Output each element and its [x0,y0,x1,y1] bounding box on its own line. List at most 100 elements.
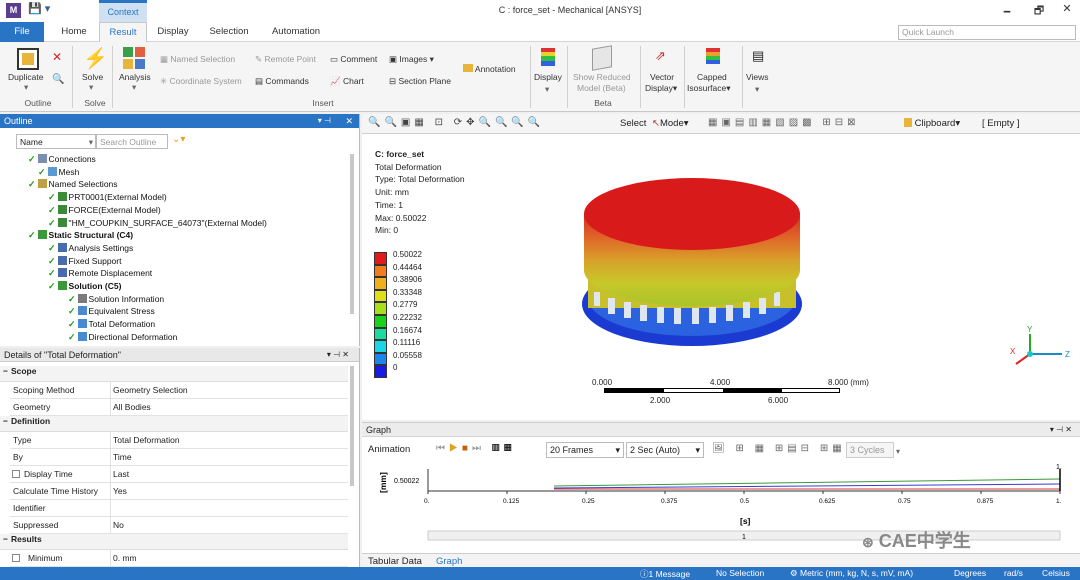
tree-item[interactable]: ✓ Directional Deformation [68,331,177,344]
checkbox[interactable] [12,470,20,478]
tab-home[interactable]: Home [54,22,94,42]
tree-item[interactable]: ✓ Remote Displacement [48,268,152,280]
vector-display-button[interactable]: Vector [650,72,674,82]
graphics-viewport[interactable]: C: force_set Total Deformation Type: Tot… [362,134,1080,420]
analysis-button[interactable]: Analysis [119,72,151,82]
close-button[interactable]: ✕ [1056,2,1078,18]
collapse-icon[interactable]: − [3,366,8,376]
first-frame-icon[interactable]: ⏮ [436,443,449,454]
selection-filters[interactable]: ▦▣▤▥▦▧▨▩ ⊞⊟⊠ [708,117,860,128]
commands-button[interactable]: ▤ Commands [255,76,309,87]
duplicate-button[interactable]: Duplicate [8,72,43,82]
units-status[interactable]: ⚙ Metric (mm, kg, N, s, mV, mA) [790,568,913,579]
detail-row[interactable]: Calculate Time History Yes [10,483,348,500]
detail-row[interactable]: Suppressed No [10,517,348,534]
tree-item[interactable]: ✓ Named Selections [28,179,118,191]
capped-isosurface-label[interactable]: Isosurface▾ [687,83,731,94]
tree-item[interactable]: ✓ Mesh [38,166,79,179]
tab-graph[interactable]: Graph [436,556,462,567]
chevron-down-icon[interactable]: ▾ [132,82,136,93]
pin-icon[interactable]: ▾ ⊣ [318,114,331,128]
save-icon[interactable]: 💾 [28,3,45,15]
last-frame-icon[interactable]: ⏭ [472,443,485,454]
tree-item[interactable]: ✓ Connections [28,154,96,166]
chevron-down-icon[interactable]: ▾ [89,82,93,93]
chart-button[interactable]: 📈 Chart [330,76,364,87]
chevron-down-icon[interactable]: ▾ [45,3,54,15]
coordinate-triad[interactable]: Y Z X [1002,324,1072,374]
tree-item[interactable]: ✓ Fixed Support [48,255,121,268]
animation-controls[interactable]: ⏮▶■⏭ ▥▦ [436,443,516,454]
zoom-tools[interactable]: 🔍🔍▣▦ ⊡ ⟳✥🔍🔍🔍🔍 [368,117,544,128]
tab-result[interactable]: Result [99,22,147,42]
outline-scrollbar[interactable] [350,154,354,314]
detail-row[interactable]: Scoping Method Geometry Selection [10,382,348,399]
display-button[interactable]: Display [534,72,562,82]
section-definition[interactable]: − Definition [0,416,348,432]
collapse-icon[interactable]: − [3,534,8,544]
tree-item[interactable]: ✓ PRT0001(External Model) [48,192,167,204]
collapse-icon[interactable]: − [3,416,8,426]
chevron-down-icon[interactable]: ▾ [24,82,28,93]
quick-launch-input[interactable]: Quick Launch [898,25,1076,40]
detail-row[interactable]: Geometry All Bodies [10,399,348,416]
chevron-down-icon[interactable]: ▾ [545,84,549,95]
chevron-down-icon[interactable]: ▾ [755,84,759,95]
detail-row[interactable]: Identifier [10,500,348,517]
minimize-button[interactable]: 🗕 [996,2,1018,18]
annotation-button[interactable]: Annotation [463,64,516,74]
select-button[interactable]: Select [620,118,646,129]
images-button[interactable]: ▣ Images ▾ [389,54,434,65]
chevron-down-icon[interactable]: ▾ [896,447,900,456]
section-results[interactable]: − Results [0,534,348,550]
quick-access-toolbar[interactable]: 💾▾ [28,2,53,15]
tab-selection[interactable]: Selection [205,22,253,42]
pin-icon[interactable]: ▾ ⊣ ✕ [1050,425,1072,434]
tab-file[interactable]: File [0,22,44,42]
restore-button[interactable]: 🗗 [1028,2,1050,18]
section-scope[interactable]: − Scope [0,366,348,382]
capped-isosurface-button[interactable]: Capped [697,72,727,82]
section-plane-button[interactable]: ⊟ Section Plane [389,76,451,87]
show-reduced-model-button[interactable]: Show Reduced [573,72,631,82]
cycles-select[interactable]: 3 Cycles [846,442,894,458]
temperature-status[interactable]: Celsius [1042,568,1070,578]
solve-button[interactable]: Solve [82,72,103,82]
frames-select[interactable]: 20 Frames ▾ [546,442,624,458]
tree-item[interactable]: ✓ FORCE(External Model) [48,204,161,217]
chart-toggle-icon[interactable]: ▥▦ [492,443,516,454]
close-icon[interactable]: ✕ [345,114,353,128]
delete-icon[interactable]: ✕ [52,50,62,64]
messages-status[interactable]: ⓘ1 Message [640,568,690,580]
tab-display[interactable]: Display [152,22,194,42]
search-options-icon[interactable]: ⌄▾ [172,134,185,145]
search-icon[interactable]: 🔍 [52,74,64,85]
outline-search-input[interactable]: Search Outline [96,134,168,149]
tree-item[interactable]: ✓ "HM_COUPKIN_SURFACE_64073"(External Mod… [48,217,267,230]
details-scrollbar[interactable] [350,366,354,486]
remote-point-button[interactable]: ✎ Remote Point [255,54,316,65]
pin-icon[interactable]: ▾ ⊣ ✕ [327,348,349,362]
tab-automation[interactable]: Automation [265,22,327,42]
detail-row[interactable]: Type Total Deformation [10,432,348,449]
tree-item[interactable]: ✓ Solution Information [68,293,164,306]
coordinate-system-button[interactable]: ✳ Coordinate System [160,76,242,87]
outline-filter-select[interactable]: Name ▾ [16,134,96,149]
vector-display-label[interactable]: Display▾ [645,83,677,94]
named-selection-button[interactable]: ▦ Named Selection [160,54,235,65]
detail-row[interactable]: Display Time Last [10,466,348,483]
tree-item[interactable]: ✓ Static Structural (C4) [28,230,133,242]
play-icon[interactable]: ▶ [449,443,462,454]
stop-icon[interactable]: ■ [462,443,472,454]
detail-row[interactable]: Minimum 0. mm [10,550,348,567]
mode-button[interactable]: ↖Mode▾ [652,118,689,129]
comment-button[interactable]: ▭ Comment [330,54,377,65]
clipboard-button[interactable]: Clipboard▾ [904,118,960,129]
tree-item[interactable]: ✓ Solution (C5) [48,281,121,293]
views-button[interactable]: Views [746,72,769,82]
angle-status[interactable]: Degrees [954,568,986,578]
tab-tabular-data[interactable]: Tabular Data [368,556,422,567]
tree-item[interactable]: ✓ Analysis Settings [48,242,133,255]
tree-item[interactable]: ✓ Equivalent Stress [68,306,155,318]
detail-row[interactable]: By Time [10,449,348,466]
